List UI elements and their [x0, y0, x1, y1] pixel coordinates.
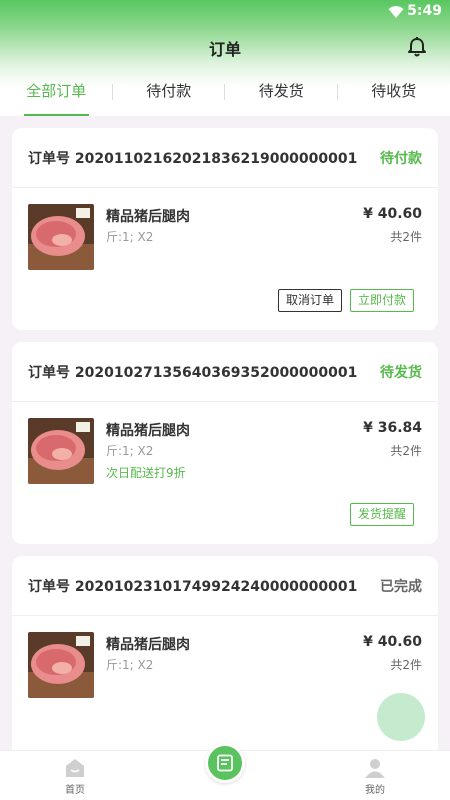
bottom-nav: 首页 我的: [0, 743, 450, 800]
order-item[interactable]: 精品猪后腿肉 斤:1; X2 ¥ 40.60 共2件: [12, 616, 438, 706]
nav-orders[interactable]: [195, 739, 255, 800]
nav-home-label: 首页: [65, 785, 85, 796]
order-header: 订单号 20201023101749924240000000001 已完成: [12, 556, 438, 616]
order-status: 待付款: [380, 150, 422, 167]
bell-icon[interactable]: [406, 36, 428, 58]
wifi-icon: [388, 6, 404, 18]
order-tabs: 全部订单 待付款 待发货 待收货: [0, 72, 450, 116]
order-status: 待发货: [380, 364, 422, 381]
order-price: ¥ 40.60: [363, 634, 422, 650]
tab-all-orders[interactable]: 全部订单: [0, 72, 113, 116]
product-name: 精品猪后腿肉: [106, 637, 190, 653]
page-title: 订单: [208, 40, 241, 59]
order-price: ¥ 40.60: [363, 206, 422, 222]
home-icon: [66, 759, 84, 777]
status-bar: 5:49: [0, 0, 450, 24]
cancel-order-button[interactable]: 取消订单: [277, 289, 342, 312]
order-number: 订单号 20201027135640369352000000001: [28, 364, 358, 381]
item-count: 共2件: [390, 230, 422, 244]
product-image: [28, 418, 94, 484]
pay-now-button[interactable]: 立即付款: [349, 289, 414, 312]
order-status: 已完成: [380, 578, 422, 595]
promo-text: 次日配送打9折: [106, 466, 186, 480]
order-header: 订单号 20201027135640369352000000001 待发货: [12, 342, 438, 402]
order-number: 订单号 20201102162021836219000000001: [28, 150, 358, 167]
tab-pending-shipment[interactable]: 待发货: [225, 72, 338, 116]
order-actions: 取消订单 立即付款: [277, 289, 414, 312]
tab-label: 全部订单: [26, 82, 87, 100]
order-number: 订单号 20201023101749924240000000001: [28, 578, 358, 595]
product-spec: 斤:1; X2: [106, 444, 154, 458]
product-image: [28, 632, 94, 698]
order-list-icon: [217, 754, 233, 772]
order-card[interactable]: 订单号 20201102162021836219000000001 待付款 精品…: [12, 128, 438, 330]
order-header: 订单号 20201102162021836219000000001 待付款: [12, 128, 438, 188]
item-count: 共2件: [390, 658, 422, 672]
tab-pending-payment[interactable]: 待付款: [113, 72, 226, 116]
nav-me[interactable]: 我的: [335, 751, 415, 800]
status-time: 5:49: [407, 3, 442, 19]
product-name: 精品猪后腿肉: [106, 209, 190, 225]
product-name: 精品猪后腿肉: [106, 423, 190, 439]
order-item[interactable]: 精品猪后腿肉 斤:1; X2 次日配送打9折 ¥ 36.84 共2件: [12, 402, 438, 492]
nav-home[interactable]: 首页: [35, 751, 115, 800]
tab-label: 待收货: [371, 82, 417, 100]
tab-pending-receipt[interactable]: 待收货: [338, 72, 450, 116]
item-count: 共2件: [390, 444, 422, 458]
product-image: [28, 204, 94, 270]
order-price: ¥ 36.84: [363, 420, 422, 436]
nav-me-label: 我的: [365, 785, 385, 796]
order-list: 订单号 20201102162021836219000000001 待付款 精品…: [12, 128, 438, 770]
user-icon: [365, 759, 385, 778]
tab-active-indicator: [24, 114, 89, 116]
order-card[interactable]: 订单号 20201027135640369352000000001 待发货 精品…: [12, 342, 438, 544]
order-actions: 发货提醒: [349, 503, 414, 526]
tab-label: 待发货: [258, 82, 304, 100]
order-card[interactable]: 订单号 20201023101749924240000000001 已完成 精品…: [12, 556, 438, 758]
product-spec: 斤:1; X2: [106, 230, 154, 244]
shipping-reminder-button[interactable]: 发货提醒: [349, 503, 414, 526]
floating-action-button[interactable]: [377, 693, 425, 741]
order-item[interactable]: 精品猪后腿肉 斤:1; X2 ¥ 40.60 共2件: [12, 188, 438, 278]
tab-label: 待付款: [146, 82, 192, 100]
product-spec: 斤:1; X2: [106, 658, 154, 672]
